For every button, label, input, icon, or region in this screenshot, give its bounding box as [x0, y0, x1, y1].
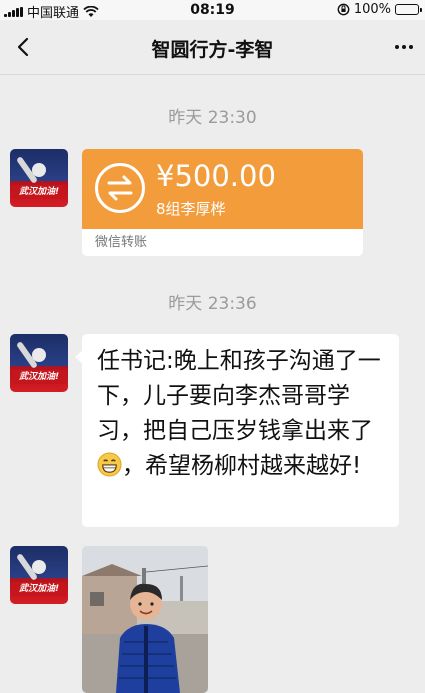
sender-avatar[interactable]: 武汉加油! [10, 546, 68, 604]
photo-message[interactable] [82, 546, 208, 693]
message-timestamp: 昨天 23:30 [168, 108, 257, 128]
chevron-left-icon [17, 37, 29, 57]
wechat-transfer-card[interactable]: ¥500.00 8组李厚桦 微信转账 [82, 149, 363, 256]
sender-avatar[interactable]: 武汉加油! [10, 334, 68, 392]
message-text-part2: ，希望杨柳村越来越好! [122, 453, 362, 479]
status-right: 100% [337, 2, 422, 17]
grin-emoji-icon [97, 452, 122, 477]
transfer-icon [95, 163, 145, 213]
sender-avatar[interactable]: 武汉加油! [10, 149, 68, 207]
transfer-note: 8组李厚桦 [156, 200, 226, 218]
back-button[interactable] [10, 30, 40, 64]
avatar-slogan: 武汉加油! [12, 185, 66, 199]
orientation-lock-icon [337, 3, 350, 16]
more-dot-icon [409, 45, 413, 49]
chat-title: 智圆行方-李智 [151, 39, 274, 61]
status-bar: 中国联通 08:19 100% [0, 0, 425, 21]
boy-photo-image [82, 546, 208, 693]
more-dot-icon [395, 45, 399, 49]
avatar-slogan: 武汉加油! [12, 582, 66, 596]
message-timestamp: 昨天 23:36 [168, 294, 257, 314]
more-dot-icon [402, 45, 406, 49]
transfer-amount: ¥500.00 [156, 159, 276, 193]
transfer-source: 微信转账 [95, 235, 148, 250]
battery-percent: 100% [353, 2, 391, 17]
battery-icon [395, 4, 422, 15]
avatar-slogan: 武汉加油! [12, 370, 66, 384]
more-options-button[interactable] [389, 34, 419, 60]
chat-header: 智圆行方-李智 [0, 20, 425, 75]
message-text-part1: 任书记:晚上和孩子沟通了一下，儿子要向李杰哥哥学习，把自己压岁钱拿出来了 [97, 348, 381, 444]
text-message-bubble[interactable]: 任书记:晚上和孩子沟通了一下，儿子要向李杰哥哥学习，把自己压岁钱拿出来了 ，希望… [75, 334, 399, 527]
